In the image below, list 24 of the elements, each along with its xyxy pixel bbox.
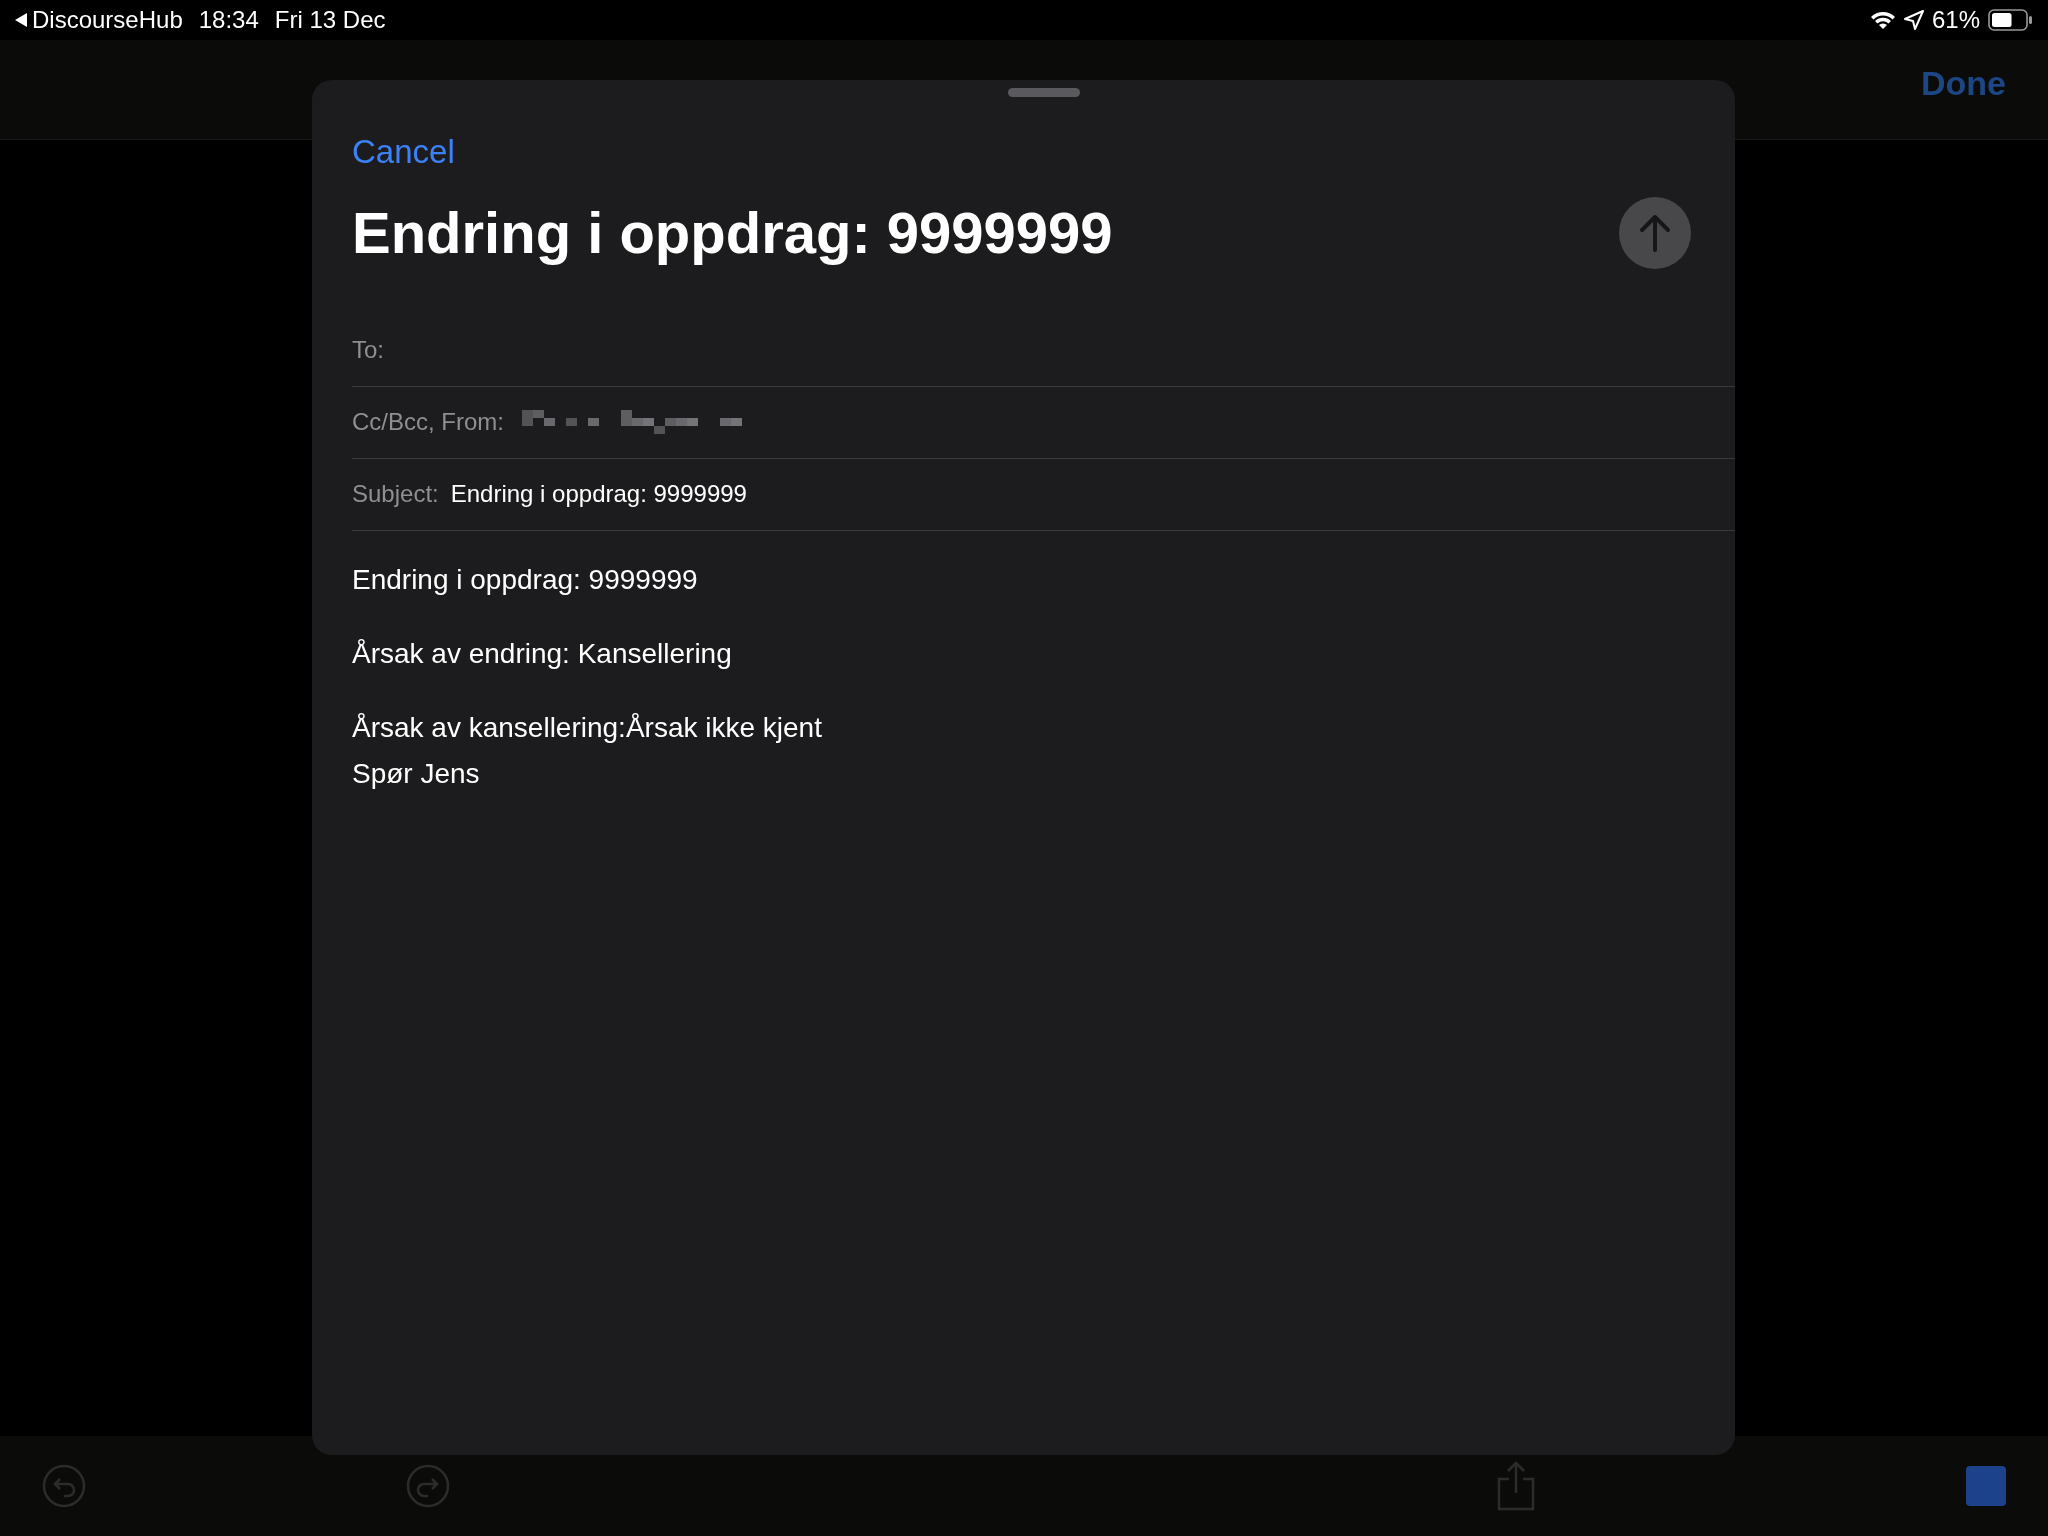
back-triangle-icon [14,12,28,28]
body-line: Endring i oppdrag: 9999999 [352,562,699,597]
wifi-icon [1869,10,1896,30]
undo-icon[interactable] [42,1464,86,1508]
redo-icon[interactable] [406,1464,450,1508]
message-title: Endring i oppdrag: 9999999 [352,198,1113,267]
cancel-button[interactable]: Cancel [352,127,455,177]
share-icon[interactable] [1496,1461,1536,1511]
body-line: Årsak av endring: Kansellering [352,636,733,671]
arrow-up-icon [1637,212,1673,253]
field-label: Cc/Bcc, From: [352,407,504,437]
subject-value[interactable]: Endring i oppdrag: 9999999 [450,476,747,512]
color-swatch[interactable] [1966,1466,2006,1506]
body-line: Årsak av kansellering:Årsak ikke kjent [352,710,823,745]
battery-percent: 61% [1931,5,1980,35]
body-line: Spør Jens [352,756,481,791]
battery-icon [1988,9,2034,31]
field-label: Subject: [352,479,439,509]
status-date: Fri 13 Dec [274,5,386,35]
location-arrow-icon [1903,10,1924,30]
field-label: To: [352,335,384,365]
back-to-app-link[interactable]: DiscourseHub [14,2,183,38]
grabber-handle[interactable] [1007,88,1080,97]
status-time: 18:34 [198,5,259,35]
